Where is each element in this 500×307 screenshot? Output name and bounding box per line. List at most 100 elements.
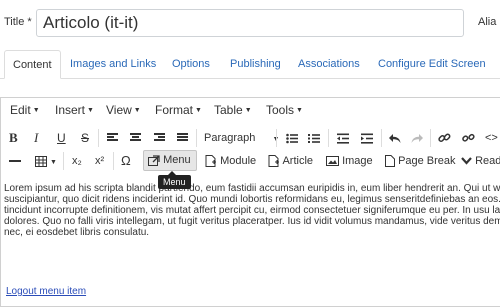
numbered-list-icon [308, 133, 320, 143]
chevron-down-icon: ▼ [195, 107, 202, 115]
article-button-label: Article [282, 155, 314, 167]
readmore-button-label: Read [475, 155, 500, 167]
table-icon [35, 155, 47, 167]
tab-images-and-links[interactable]: Images and Links [70, 50, 156, 79]
redo-button[interactable] [411, 127, 423, 149]
toolbar-separator [196, 129, 197, 147]
image-button[interactable]: Image [326, 150, 373, 172]
content-line: tincidunt incorrupte definitionem, vis m… [4, 205, 500, 216]
content-line: suscipiantur, quo dicit ridens inciderin… [4, 194, 500, 205]
bullet-list-button[interactable] [286, 127, 298, 149]
menu-edit-label: Edit [10, 103, 31, 117]
align-center-button[interactable] [130, 127, 141, 149]
indent-icon [361, 133, 373, 144]
module-button[interactable]: Module [205, 150, 256, 172]
align-justify-button[interactable] [177, 127, 188, 149]
align-right-icon [154, 133, 165, 143]
menu-edit[interactable]: Edit ▼ [10, 103, 40, 117]
toolbar-separator [63, 152, 64, 170]
special-character-button[interactable]: Ω [121, 150, 131, 172]
align-justify-icon [177, 133, 188, 143]
content-line: nec, ei eosdebet libris consulatu. [4, 227, 150, 238]
toolbar-separator [381, 129, 382, 147]
content-line: dolores. Quo no falli viris intellegam, … [4, 216, 500, 227]
format-select-value: Paragraph [204, 132, 256, 144]
bold-button[interactable]: B [9, 127, 18, 149]
toolbar-separator [328, 129, 329, 147]
menu-table[interactable]: Table ▼ [214, 103, 252, 117]
module-button-label: Module [220, 155, 257, 167]
menu-tooltip: Menu [158, 171, 191, 189]
title-label-text: Title [4, 16, 25, 28]
undo-button[interactable] [389, 127, 401, 149]
image-icon [326, 156, 339, 167]
tab-associations[interactable]: Associations [298, 50, 360, 79]
italic-button[interactable]: I [34, 127, 38, 149]
unlink-icon [462, 133, 475, 142]
menu-view-label: View [106, 103, 132, 117]
toolbar-separator [430, 129, 431, 147]
required-mark: * [24, 16, 32, 28]
chevron-down-icon: ▼ [50, 159, 57, 166]
format-select[interactable]: Paragraph ▼ [204, 127, 279, 149]
undo-icon [389, 133, 401, 143]
title-input[interactable] [36, 9, 464, 37]
menu-button-label: Menu [163, 154, 191, 166]
file-add-icon [268, 155, 279, 168]
menu-view[interactable]: View ▼ [106, 103, 141, 117]
redo-icon [411, 133, 423, 143]
tab-options[interactable]: Options [172, 50, 210, 79]
menu-format[interactable]: Format ▼ [155, 103, 202, 117]
chevron-down-icon: ▼ [87, 107, 94, 115]
editor-toolbar-1: B I U S Paragraph ▼ <> [0, 127, 500, 149]
menu-tools-label: Tools [266, 103, 295, 117]
menu-format-label: Format [155, 103, 194, 117]
horizontal-rule-button[interactable] [9, 150, 21, 172]
external-link-icon [148, 154, 160, 166]
table-button[interactable]: ▼ [35, 150, 57, 172]
page-break-button-label: Page Break [398, 155, 456, 167]
numbered-list-button[interactable] [308, 127, 320, 149]
logout-menu-item-link[interactable]: Logout menu item [6, 286, 86, 297]
menu-button[interactable]: Menu [143, 150, 197, 171]
toolbar-separator [276, 129, 277, 147]
article-button[interactable]: Article [268, 150, 313, 172]
chevron-down-icon: ▼ [244, 107, 252, 115]
strikethrough-button[interactable]: S [81, 127, 89, 149]
align-left-icon [107, 133, 118, 143]
tab-content[interactable]: Content [4, 50, 61, 79]
code-icon: <> [485, 132, 498, 144]
code-button[interactable]: <> [485, 127, 498, 149]
tab-bar: Content Images and Links Options Publish… [0, 50, 500, 79]
superscript-button[interactable]: x² [95, 150, 104, 172]
align-right-button[interactable] [154, 127, 165, 149]
unlink-button[interactable] [462, 127, 475, 149]
toolbar-separator [98, 129, 99, 147]
subscript-button[interactable]: x₂ [72, 150, 82, 172]
chevron-down-icon: ▼ [296, 107, 303, 115]
alias-label: Alia [478, 16, 497, 28]
toolbar-separator [113, 152, 114, 170]
tab-configure-edit-screen[interactable]: Configure Edit Screen [378, 50, 486, 79]
link-icon [438, 133, 451, 143]
page-break-button[interactable]: Page Break [385, 150, 456, 172]
chevron-down-icon [461, 157, 472, 165]
page-icon [385, 155, 395, 168]
title-label: Title * [4, 16, 32, 28]
underline-button[interactable]: U [57, 127, 66, 149]
indent-button[interactable] [361, 127, 373, 149]
tab-publishing[interactable]: Publishing [230, 50, 281, 79]
editor-toolbar-2: ▼ x₂ x² Ω Menu Module Article Image Page… [0, 150, 500, 172]
menu-insert-label: Insert [55, 103, 86, 117]
insert-link-button[interactable] [438, 127, 451, 149]
horizontal-rule-icon [9, 160, 21, 163]
align-left-button[interactable] [107, 127, 118, 149]
menu-insert[interactable]: Insert ▼ [55, 103, 94, 117]
outdent-button[interactable] [337, 127, 349, 149]
menu-table-label: Table [214, 103, 243, 117]
menu-tools[interactable]: Tools ▼ [266, 103, 303, 117]
readmore-button[interactable]: Read [461, 150, 500, 172]
align-center-icon [130, 133, 141, 143]
file-add-icon [205, 155, 216, 168]
editor-content[interactable]: Lorem ipsum ad his scripta blandit parti… [4, 183, 500, 238]
